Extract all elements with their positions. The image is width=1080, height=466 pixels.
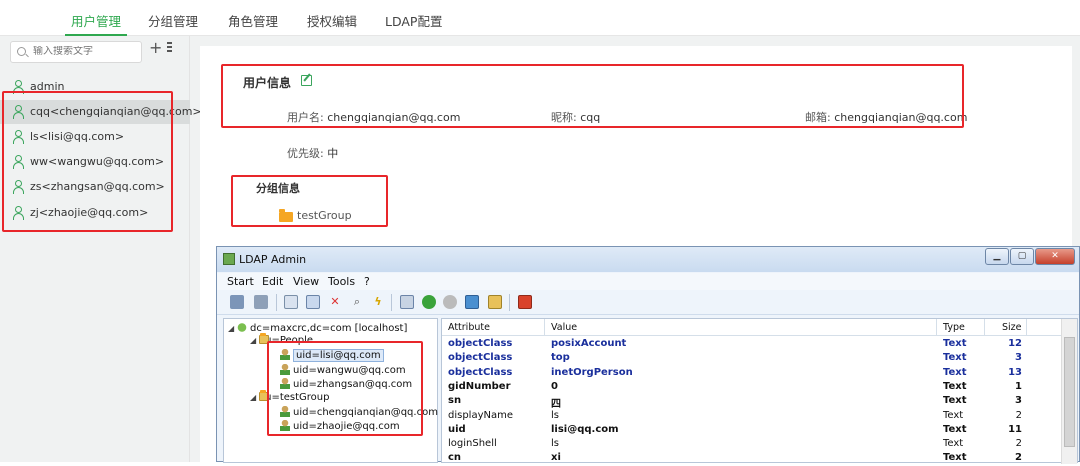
table-row[interactable]: objectClass inetOrgPerson Text 13 [442,366,1062,380]
cell-attr: objectClass [448,352,513,364]
table-row[interactable]: gidNumber 0 Text 1 [442,380,1062,394]
cell-size: 2 [1015,438,1022,450]
col-attribute[interactable]: Attribute [448,322,490,333]
tab-user-management[interactable]: 用户管理 [64,11,128,36]
schema-icon[interactable] [400,295,414,309]
search-input[interactable] [33,46,137,57]
col-value[interactable]: Value [551,322,577,333]
highlight-group-info [231,175,388,227]
menu-start[interactable]: Start [227,275,254,288]
tab-role-management[interactable]: 角色管理 [228,11,278,30]
exit-icon[interactable] [518,295,532,309]
tab-ldap-config[interactable]: LDAP配置 [385,11,442,30]
close-button[interactable]: ✕ [1035,248,1075,265]
vertical-scrollbar[interactable] [1061,319,1077,464]
domain-icon [237,322,247,333]
menu-edit[interactable]: Edit [262,275,283,288]
cell-size: 11 [1008,423,1022,435]
edit-entry-icon[interactable] [284,295,298,309]
cell-value: ls [551,409,559,421]
cell-value: top [551,352,570,364]
cell-attr: sn [448,395,462,407]
cell-size: 13 [1008,366,1022,378]
cell-value: posixAccount [551,338,627,349]
menu-tools[interactable]: Tools [328,275,355,288]
refresh-icon[interactable] [465,295,479,309]
cell-value: ls [551,438,559,450]
forward-icon[interactable] [443,295,457,309]
back-icon[interactable] [422,295,436,309]
tab-authorization-edit[interactable]: 授权编辑 [307,11,357,30]
grid-header: Attribute Value Type Size [442,319,1062,336]
cell-size: 3 [1015,395,1022,407]
cell-attr: uid [448,423,466,435]
priority-field: 优先级: 中 [287,147,339,160]
highlight-tree-users [267,341,423,436]
cell-attr: loginShell [448,438,497,450]
cell-attr: objectClass [448,366,513,378]
table-row[interactable]: uid lisi@qq.com Text 11 [442,423,1062,437]
top-nav: 用户管理 分组管理 角色管理 授权编辑 LDAP配置 [0,0,1080,36]
cell-type: Text [943,395,967,407]
cell-size: 2 [1015,409,1022,421]
table-row[interactable]: cn xi Text 2 [442,451,1062,465]
cell-attr: gidNumber [448,380,511,392]
search-tool-icon[interactable]: ⌕ [350,295,364,309]
users-icon[interactable] [488,295,502,309]
cell-value: inetOrgPerson [551,366,633,378]
highlight-user-info [221,64,964,128]
table-row[interactable]: sn 四 Text 3 [442,394,1062,410]
cell-value: 0 [551,380,558,392]
cell-value: lisi@qq.com [551,423,619,435]
ldap-menu-bar: Start Edit View Tools ? [217,273,1079,290]
cell-size: 3 [1015,352,1022,364]
ldap-title-bar: LDAP Admin ▁ ▢ ✕ [217,247,1079,272]
minimize-button[interactable]: ▁ [985,248,1009,265]
highlight-user-list [2,91,173,232]
cell-type: Text [943,438,964,450]
cell-type: Text [943,423,967,435]
cell-attr: displayName [448,409,514,421]
cell-size: 12 [1008,338,1022,349]
table-row[interactable]: loginShell ls Text 2 [442,437,1062,451]
search-icon [17,47,26,56]
cell-type: Text [943,409,964,421]
attribute-grid: Attribute Value Type Size objectClass pos… [441,318,1078,465]
tab-group-management[interactable]: 分组管理 [148,11,198,30]
ldap-window-title: LDAP Admin [239,253,307,266]
ldap-toolbar: ✕ ⌕ ϟ [217,291,1079,315]
table-row[interactable]: objectClass posixAccount Text 12 [442,337,1062,351]
maximize-button[interactable]: ▢ [1010,248,1034,265]
menu-help[interactable]: ? [364,275,370,288]
cell-attr: objectClass [448,338,513,349]
col-size[interactable]: Size [1002,322,1022,333]
table-row[interactable]: objectClass top Text 3 [442,351,1062,365]
cell-type: Text [943,352,967,364]
add-user-button[interactable]: + [149,38,162,57]
disconnect-icon[interactable] [254,295,268,309]
delete-icon[interactable]: ✕ [328,295,342,309]
more-menu-icon[interactable] [167,42,173,54]
cell-type: Text [943,380,967,392]
search-box[interactable] [10,41,142,63]
cell-size: 1 [1015,380,1022,392]
cell-type: Text [943,338,967,349]
menu-view[interactable]: View [293,275,319,288]
tree-root[interactable]: ◢ dc=maxcrc,dc=com [localhost] [228,322,407,334]
new-entry-icon[interactable] [306,295,320,309]
connect-icon[interactable] [230,295,244,309]
ldap-app-icon [223,253,235,265]
cell-type: Text [943,366,967,378]
col-type[interactable]: Type [943,322,965,333]
refresh-lightning-icon[interactable]: ϟ [371,295,385,309]
table-row[interactable]: displayName ls Text 2 [442,409,1062,423]
